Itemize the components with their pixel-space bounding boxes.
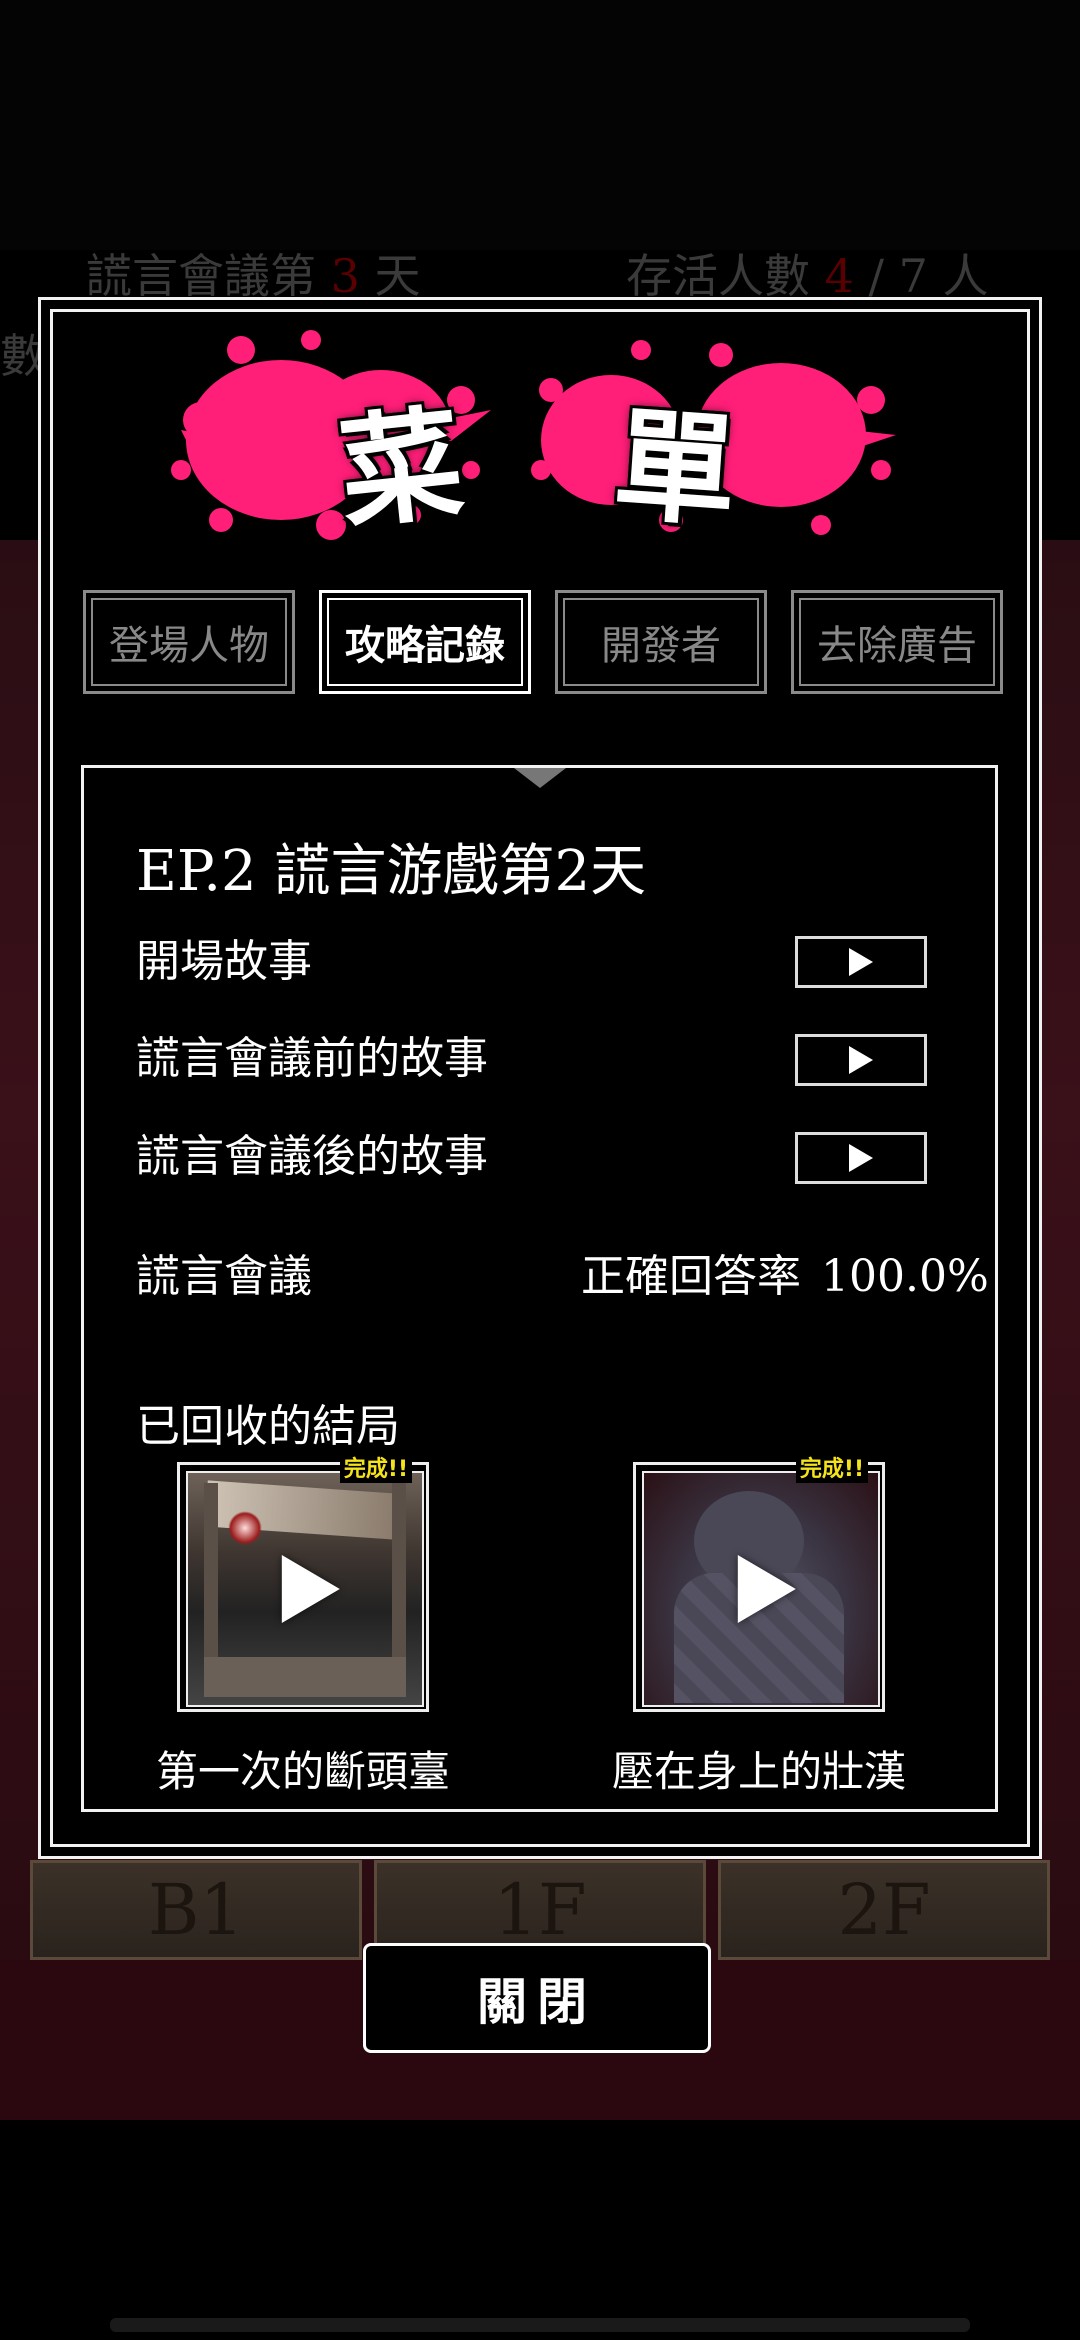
ending-image — [642, 1471, 880, 1707]
tab-developer[interactable]: 開發者 — [555, 590, 767, 694]
alive-prefix: 存活人數 — [626, 249, 810, 303]
day-prefix: 謊言會議第 — [86, 249, 316, 303]
blood-splatter — [228, 1511, 262, 1545]
play-icon — [849, 1046, 873, 1074]
lunette-board — [204, 1657, 406, 1697]
title-char-2: 單 — [609, 393, 746, 545]
ending-caption-2: 壓在身上的壯漢 — [611, 1747, 906, 1796]
background-top — [0, 0, 1080, 250]
day-suffix: 天 — [374, 249, 421, 303]
menu-title-text: 菜 單 — [41, 370, 1039, 547]
play-opening-button[interactable] — [795, 936, 927, 988]
home-indicator — [110, 2318, 970, 2332]
completed-badge: 完成!! — [339, 1451, 412, 1483]
menu-title: 菜 單 — [41, 300, 1039, 560]
play-icon — [737, 1555, 796, 1623]
play-icon — [849, 1144, 873, 1172]
story-label-opening: 開場故事 — [136, 936, 312, 987]
rate-label: 正確回答率 — [581, 1251, 801, 1302]
ending-thumbnail-guillotine[interactable]: 完成!! — [177, 1451, 429, 1712]
door-2f: 2F — [718, 1860, 1050, 1960]
play-icon — [281, 1555, 340, 1623]
title-char-1: 菜 — [333, 391, 474, 547]
tab-characters[interactable]: 登場人物 — [83, 590, 295, 694]
tab-walkthrough-record[interactable]: 攻略記錄 — [319, 590, 531, 694]
completed-badge: 完成!! — [795, 1451, 868, 1483]
meeting-label: 謊言會議 — [136, 1251, 312, 1302]
day-number: 3 — [330, 249, 360, 303]
play-after-meeting-button[interactable] — [795, 1132, 927, 1184]
ending-caption-1: 第一次的斷頭臺 — [155, 1747, 450, 1796]
play-icon — [849, 948, 873, 976]
menu-tabs: 登場人物 攻略記錄 開發者 去除廣告 — [83, 590, 1003, 700]
play-before-meeting-button[interactable] — [795, 1034, 927, 1086]
episode-title: EP.2 謊言游戲第2天 — [136, 839, 647, 904]
collected-endings-label: 已回收的結局 — [136, 1401, 400, 1452]
correct-answer-rate: 正確回答率 100.0% — [581, 1240, 989, 1304]
story-label-after-meeting: 謊言會議後的故事 — [136, 1131, 488, 1182]
door-b1: B1 — [30, 1860, 362, 1960]
rate-value: 100.0% — [821, 1251, 989, 1302]
tab-remove-ads[interactable]: 去除廣告 — [791, 590, 1003, 694]
ending-image — [186, 1471, 424, 1707]
close-button[interactable]: 關閉 — [363, 1943, 711, 2053]
panel-pointer-icon — [514, 768, 566, 788]
alive-suffix: / 7 人 — [868, 249, 989, 303]
alive-number: 4 — [824, 249, 854, 303]
story-label-before-meeting: 謊言會議前的故事 — [136, 1033, 488, 1084]
ending-thumbnail-strongman[interactable]: 完成!! — [633, 1451, 885, 1712]
